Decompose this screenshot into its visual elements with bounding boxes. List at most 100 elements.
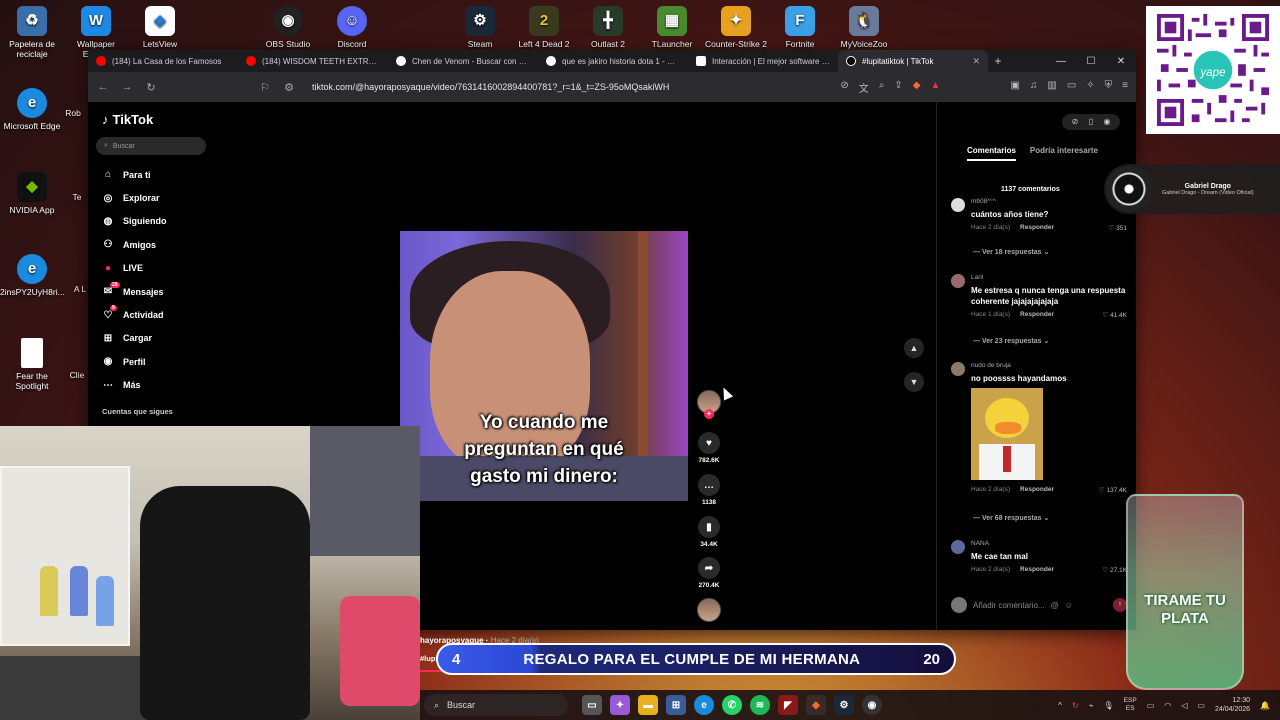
comment-user[interactable]: mb08^°^ xyxy=(971,198,1127,205)
avatar[interactable] xyxy=(951,540,965,554)
desktop-icon-fear-spotlight[interactable]: Fear the Spotlight xyxy=(0,338,64,391)
avatar[interactable]: ◉ xyxy=(1102,117,1112,127)
comment-like-button[interactable]: ♡ 41.4K xyxy=(1102,311,1127,319)
dota-icon[interactable]: ◤ xyxy=(778,695,798,715)
browser-tab[interactable]: Chen de Venom - Buscar con Goo xyxy=(388,50,538,72)
taskbar-clock[interactable]: 12:30 24/04/2026 xyxy=(1215,696,1250,714)
view-replies-button[interactable]: — Ver 68 respuestas ⌄ xyxy=(973,514,1049,522)
nav-amigos[interactable]: ⚇ Amigos xyxy=(96,233,206,256)
desktop-icon-myvoicezoo[interactable]: 🐧 MyVoiceZoo xyxy=(832,6,896,49)
nav-mas[interactable]: ⋯ Más xyxy=(96,374,206,397)
taskbar-search[interactable]: ⌕ Buscar xyxy=(424,694,568,716)
mention-icon[interactable]: @ xyxy=(1051,601,1059,610)
copilot-icon[interactable]: ✦ xyxy=(610,695,630,715)
forward-icon[interactable]: → xyxy=(120,81,134,93)
desktop-icon-cs2[interactable]: ✦ Counter-Strike 2 xyxy=(704,6,768,49)
like-button[interactable]: ♥ 782.6K xyxy=(696,432,722,464)
no-media-icon[interactable]: ⊘ xyxy=(840,80,848,95)
notification-icon[interactable]: 🔔 xyxy=(1260,701,1270,710)
wallet-icon[interactable]: ▣ xyxy=(1010,80,1019,95)
back-icon[interactable]: ← xyxy=(96,81,110,93)
comment-like-button[interactable]: ♡ 27.1K xyxy=(1102,566,1127,574)
comment-user[interactable]: NANA xyxy=(971,540,1127,547)
device-icon[interactable]: ▯ xyxy=(1086,117,1096,127)
desktop-icon-steam[interactable]: ⚙ Steam xyxy=(448,6,512,49)
brave-shield-icon[interactable]: ◆ xyxy=(913,80,921,95)
url-field[interactable]: tiktok.com/@hayoraposyaque/video/7631416… xyxy=(306,82,830,92)
video-player[interactable]: Yo cuando me preguntan en qué gasto mi d… xyxy=(400,231,688,501)
follow-plus-icon[interactable]: + xyxy=(704,409,714,419)
search-input[interactable]: ⌕ Buscar xyxy=(96,137,206,155)
menu-icon[interactable]: ≡ xyxy=(1122,80,1128,95)
desktop-icon-outlast[interactable]: ╋ Outlast 2 xyxy=(576,6,640,49)
display-icon[interactable]: ▭ xyxy=(1147,701,1155,710)
steam-icon[interactable]: ⚙ xyxy=(834,695,854,715)
whatsapp-icon[interactable]: ✆ xyxy=(722,695,742,715)
nav-explorar[interactable]: ◎ Explorar xyxy=(96,186,206,209)
desktop-icon-nvidia[interactable]: ◆ NVIDIA App xyxy=(0,172,64,215)
battery-icon[interactable]: ▭ xyxy=(1197,701,1205,710)
view-replies-button[interactable]: — Ver 18 respuestas ⌄ xyxy=(973,248,1049,256)
browser-tab-active[interactable]: #lupitatiktok | TikTok ✕ xyxy=(838,50,988,72)
minimize-icon[interactable]: — xyxy=(1046,56,1076,67)
desktop-icon-letsview[interactable]: ◈ LetsView xyxy=(128,6,192,49)
media-icon[interactable]: ♫ xyxy=(1030,80,1038,95)
maximize-icon[interactable]: ☐ xyxy=(1076,56,1106,67)
browser-tab[interactable]: Interacción | El mejor software pa xyxy=(688,50,838,72)
comment-like-button[interactable]: ♡ 351 xyxy=(1109,224,1128,232)
emoji-icon[interactable]: ☺ xyxy=(1065,601,1073,610)
coins-icon[interactable]: ⊘ xyxy=(1070,117,1080,127)
vpn-icon[interactable]: ⛨ xyxy=(1105,80,1113,95)
desktop-icon-edge-2[interactable]: e 2insPY2UyH8ri... xyxy=(0,254,65,297)
reply-button[interactable]: Responder xyxy=(1020,311,1054,319)
desktop-icon-fortnite[interactable]: F Fortnite xyxy=(768,6,832,49)
desktop-icon-te[interactable]: Te xyxy=(66,192,88,202)
file-explorer-icon[interactable]: ▬ xyxy=(638,695,658,715)
obs-icon[interactable]: ◉ xyxy=(862,695,882,715)
reply-button[interactable]: Responder xyxy=(1020,486,1054,494)
save-button[interactable]: ▮ 34.4K xyxy=(696,516,722,548)
browser-tab[interactable]: (184) La Casa de los Famosos xyxy=(88,50,238,72)
previous-video-button[interactable]: ▲ xyxy=(904,338,924,358)
desktop-icon-l4d2[interactable]: 2 Left 4 Dead 2 xyxy=(512,6,576,49)
desktop-icon-clie[interactable]: Clie xyxy=(66,370,88,380)
desktop-icon-al[interactable]: A L xyxy=(72,284,88,294)
nav-mensajes[interactable]: ✉ 28 Mensajes xyxy=(96,280,206,303)
desktop-icon-tlauncher[interactable]: ▦ TLauncher xyxy=(640,6,704,49)
send-comment-button[interactable]: ↑ xyxy=(1113,598,1127,612)
brave-icon[interactable]: ◆ xyxy=(806,695,826,715)
desktop-icon-recycle-bin[interactable]: ♻ Papelera de reciclaje xyxy=(0,6,64,59)
translate-icon[interactable]: 文 xyxy=(859,80,869,95)
view-replies-button[interactable]: — Ver 23 respuestas ⌄ xyxy=(973,337,1049,345)
avatar[interactable] xyxy=(951,362,965,376)
comment-user[interactable]: Laril xyxy=(971,274,1127,281)
next-video-button[interactable]: ▼ xyxy=(904,372,924,392)
browser-tab[interactable]: (184) WISDOM TEETH EXTRACTIO xyxy=(238,50,388,72)
desktop-icon-obs[interactable]: ◉ OBS Studio xyxy=(256,6,320,49)
nav-cargar[interactable]: ⊞ Cargar xyxy=(96,327,206,350)
sound-avatar[interactable] xyxy=(696,598,722,622)
bookmark-icon[interactable]: ⚐ xyxy=(258,81,272,94)
language-indicator[interactable]: ESP ES xyxy=(1124,697,1137,713)
leo-icon[interactable]: ✧ xyxy=(1086,80,1094,95)
desktop-icon-discord[interactable]: ☺ Discord xyxy=(320,6,384,49)
creator-avatar[interactable]: + xyxy=(696,390,722,419)
reload-icon[interactable]: ↻ xyxy=(144,81,158,94)
zoom-icon[interactable]: ⌕ xyxy=(879,80,885,95)
tab-podria-interesarte[interactable]: Podría interesarte xyxy=(1030,146,1098,161)
nav-perfil[interactable]: ◉ Perfil xyxy=(96,350,206,373)
avatar[interactable] xyxy=(951,274,965,288)
site-info-icon[interactable]: ⚙ xyxy=(282,81,296,94)
store-icon[interactable]: ⊞ xyxy=(666,695,686,715)
rewards-icon[interactable]: ▲ xyxy=(931,80,941,95)
wifi-icon[interactable]: ◠ xyxy=(1164,701,1171,710)
tiktok-logo[interactable]: ♪ TikTok xyxy=(102,112,206,127)
new-tab-button[interactable]: + xyxy=(988,54,1008,68)
share-icon[interactable]: ⇪ xyxy=(894,80,902,95)
comment-like-button[interactable]: ♡ 137.4K xyxy=(1099,486,1127,494)
share-button[interactable]: ➦ 270.4K xyxy=(696,557,722,589)
sidebar-icon[interactable]: ▥ xyxy=(1047,80,1056,95)
comment-button[interactable]: … 1138 xyxy=(696,474,722,506)
task-view-icon[interactable]: ▭ xyxy=(582,695,602,715)
volume-icon[interactable]: ◁ xyxy=(1181,701,1187,710)
